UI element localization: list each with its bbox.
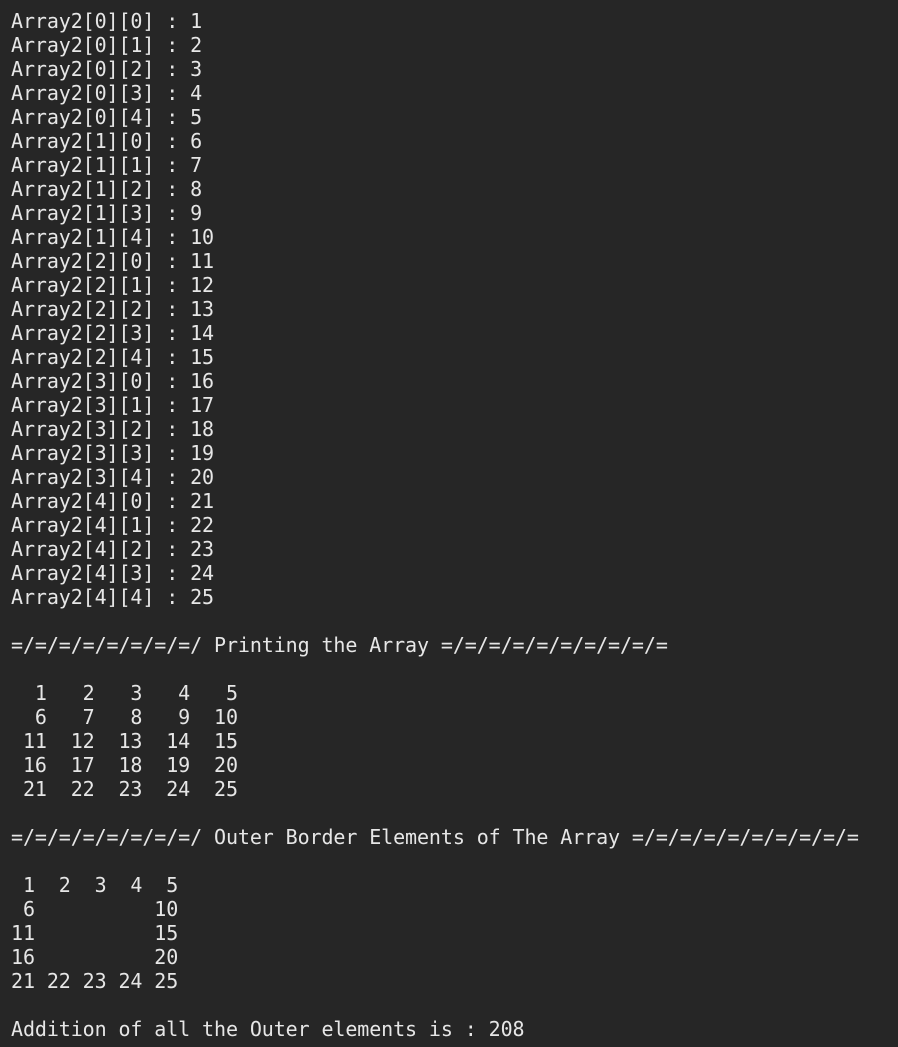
terminal-line: Array2[0][1] : 2 (11, 33, 203, 57)
terminal-line: Array2[1][4] : 10 (11, 225, 214, 249)
terminal-line: Array2[4][4] : 25 (11, 585, 214, 609)
terminal-line: Array2[4][2] : 23 (11, 537, 214, 561)
terminal-line: Array2[2][4] : 15 (11, 345, 214, 369)
terminal-line: Array2[3][1] : 17 (11, 393, 214, 417)
terminal-line: Array2[0][2] : 3 (11, 57, 203, 81)
terminal-line: Addition of all the Outer elements is : … (11, 1017, 525, 1041)
terminal-line: Array2[4][3] : 24 (11, 561, 214, 585)
terminal-line: Array2[2][0] : 11 (11, 249, 214, 273)
terminal-line: Array2[0][3] : 4 (11, 81, 203, 105)
terminal-line: Array2[2][1] : 12 (11, 273, 214, 297)
terminal-line: Array2[4][0] : 21 (11, 489, 214, 513)
terminal-line: 6 10 (11, 897, 179, 921)
terminal-line: 16 20 (11, 945, 179, 969)
terminal-line: Array2[2][3] : 14 (11, 321, 214, 345)
terminal-line: 21 22 23 24 25 (11, 969, 179, 993)
terminal-line: Array2[1][3] : 9 (11, 201, 203, 225)
terminal-line: 6 7 8 9 10 (11, 705, 238, 729)
terminal-line: 1 2 3 4 5 (11, 873, 179, 897)
terminal-line: Array2[1][0] : 6 (11, 129, 203, 153)
terminal-line: 1 2 3 4 5 (11, 681, 238, 705)
terminal-line: 21 22 23 24 25 (11, 777, 238, 801)
terminal-line: Array2[3][4] : 20 (11, 465, 214, 489)
terminal-line: 16 17 18 19 20 (11, 753, 238, 777)
terminal-line: Array2[1][1] : 7 (11, 153, 203, 177)
terminal-line: Array2[1][2] : 8 (11, 177, 203, 201)
terminal-line: 11 12 13 14 15 (11, 729, 238, 753)
terminal-line: 11 15 (11, 921, 179, 945)
terminal-output: Array2[0][0] : 1 Array2[0][1] : 2 Array2[0… (0, 0, 898, 1047)
terminal-line: Array2[2][2] : 13 (11, 297, 214, 321)
terminal-line: Array2[3][2] : 18 (11, 417, 214, 441)
terminal-line: Array2[4][1] : 22 (11, 513, 214, 537)
terminal-line: Array2[0][4] : 5 (11, 105, 203, 129)
terminal-line: Array2[3][0] : 16 (11, 369, 214, 393)
terminal-line: =/=/=/=/=/=/=/=/ Printing the Array =/=/… (11, 633, 668, 657)
terminal-line: Array2[0][0] : 1 (11, 9, 203, 33)
terminal-line: Array2[3][3] : 19 (11, 441, 214, 465)
terminal-line: =/=/=/=/=/=/=/=/ Outer Border Elements o… (11, 825, 859, 849)
